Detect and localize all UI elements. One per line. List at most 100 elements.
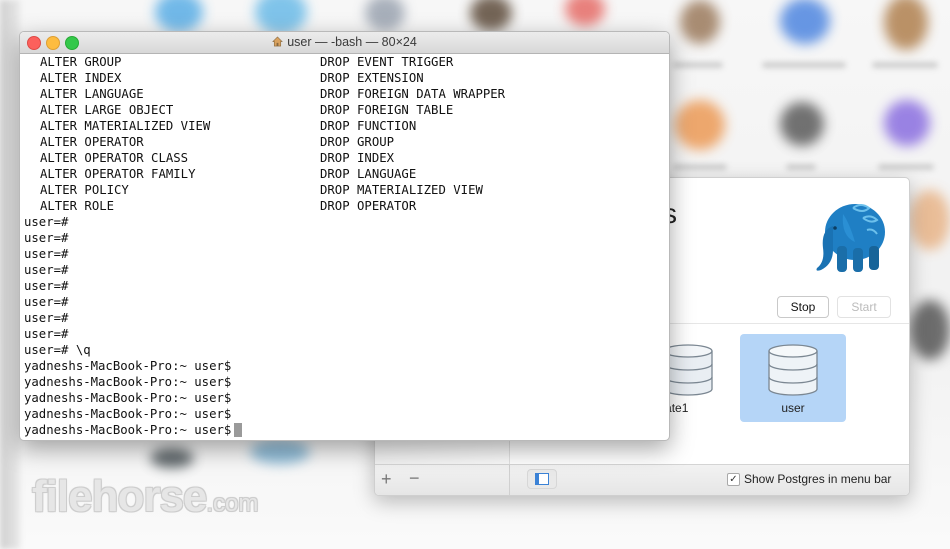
- blurred-icon-label: [762, 62, 846, 68]
- prompt-text: user=# \q: [24, 343, 91, 357]
- prompt-line: user=#: [24, 246, 669, 262]
- window-footer: + − ✓ Show Postgres in menu bar: [375, 464, 909, 495]
- start-button[interactable]: Start: [837, 296, 891, 318]
- terminal-output[interactable]: ALTER GROUP DROP EVENT TRIGGER ALTER INDEX…: [24, 54, 669, 440]
- help-row: ALTER OPERATOR DROP GROUP: [24, 134, 669, 150]
- watermark-suffix: .com: [206, 490, 259, 517]
- blurred-app-icon: [675, 100, 725, 150]
- alter-command: ALTER OPERATOR FAMILY: [40, 167, 196, 181]
- footer-divider: [509, 465, 510, 495]
- prompt-text: user=#: [24, 247, 69, 261]
- terminal-title: user — -bash — 80×24: [20, 35, 669, 49]
- terminal-titlebar[interactable]: user — -bash — 80×24: [20, 32, 669, 54]
- database-label: user: [781, 401, 805, 415]
- help-row: ALTER MATERIALIZED VIEW DROP FUNCTION: [24, 118, 669, 134]
- prompt-text: user=#: [24, 311, 69, 325]
- drop-command: DROP GROUP: [320, 135, 395, 149]
- prompt-line: user=#: [24, 214, 669, 230]
- blurred-app-icon: [780, 0, 830, 44]
- help-row: ALTER GROUP DROP EVENT TRIGGER: [24, 54, 669, 70]
- alter-command: ALTER MATERIALIZED VIEW: [40, 119, 211, 133]
- prompt-text: user=#: [24, 215, 69, 229]
- help-row: ALTER ROLE DROP OPERATOR: [24, 198, 669, 214]
- prompt-line: yadneshs-MacBook-Pro:~ user$: [24, 406, 669, 422]
- blurred-icon-label: [673, 62, 723, 68]
- blurred-app-icon: [910, 190, 950, 250]
- drop-command: DROP LANGUAGE: [320, 167, 417, 181]
- prompt-line: yadneshs-MacBook-Pro:~ user$: [24, 374, 669, 390]
- blurred-icon-label: [878, 164, 934, 170]
- drop-command: DROP OPERATOR: [320, 199, 417, 213]
- alter-command: ALTER ROLE: [40, 199, 115, 213]
- filehorse-watermark: filehorse.com: [32, 472, 258, 522]
- help-row: ALTER LARGE OBJECT DROP FOREIGN TABLE: [24, 102, 669, 118]
- prompt-line: user=#: [24, 310, 669, 326]
- alter-command: ALTER LARGE OBJECT: [40, 103, 174, 117]
- alter-command: ALTER LANGUAGE: [40, 87, 144, 101]
- sidebar-icon: [535, 473, 549, 485]
- help-row: ALTER LANGUAGE DROP FOREIGN DATA WRAPPER: [24, 86, 669, 102]
- blurred-app-icon: [680, 0, 720, 44]
- prompt-text: user=#: [24, 263, 69, 277]
- prompt-text: user=#: [24, 327, 69, 341]
- sidebar-toggle-button[interactable]: [527, 469, 557, 489]
- watermark-text: filehorse: [32, 472, 207, 521]
- prompt-text: user=#: [24, 279, 69, 293]
- drop-command: DROP FOREIGN TABLE: [320, 103, 454, 117]
- prompt-line: user=# \q: [24, 342, 669, 358]
- drop-command: DROP MATERIALIZED VIEW: [320, 183, 483, 197]
- blurred-icon-label: [786, 164, 816, 170]
- blurred-icon-label: [872, 62, 938, 68]
- blurred-icon-label: [673, 164, 727, 170]
- terminal-window: user — -bash — 80×24 ALTER GROUP DROP EVE…: [19, 31, 670, 441]
- show-in-menu-bar-label: Show Postgres in menu bar: [744, 472, 892, 486]
- database-icon: [768, 344, 818, 396]
- prompt-text: yadneshs-MacBook-Pro:~ user$: [24, 407, 232, 421]
- blurred-app-icon: [780, 102, 824, 146]
- alter-command: ALTER OPERATOR CLASS: [40, 151, 189, 165]
- desktop-edge: [0, 0, 20, 549]
- drop-command: DROP EXTENSION: [320, 71, 424, 85]
- database-item-user[interactable]: user: [740, 334, 846, 422]
- alter-command: ALTER POLICY: [40, 183, 129, 197]
- add-server-button[interactable]: +: [381, 469, 392, 490]
- prompt-line: yadneshs-MacBook-Pro:~ user$: [24, 390, 669, 406]
- postgres-elephant-icon: [816, 204, 885, 272]
- prompt-text: yadneshs-MacBook-Pro:~ user$: [24, 375, 232, 389]
- terminal-title-text: user — -bash — 80×24: [287, 35, 417, 49]
- prompt-text: user=#: [24, 231, 69, 245]
- alter-command: ALTER OPERATOR: [40, 135, 144, 149]
- show-in-menu-bar-option[interactable]: ✓ Show Postgres in menu bar: [727, 472, 891, 486]
- alter-command: ALTER INDEX: [40, 71, 122, 85]
- prompt-line: user=#: [24, 230, 669, 246]
- blurred-app-icon: [250, 440, 310, 464]
- help-row: ALTER OPERATOR FAMILY DROP LANGUAGE: [24, 166, 669, 182]
- drop-command: DROP EVENT TRIGGER: [320, 55, 454, 69]
- psql-help-list: ALTER GROUP DROP EVENT TRIGGER ALTER INDEX…: [24, 54, 669, 214]
- prompt-text: yadneshs-MacBook-Pro:~ user$: [24, 359, 232, 373]
- help-row: ALTER OPERATOR CLASS DROP INDEX: [24, 150, 669, 166]
- drop-command: DROP FOREIGN DATA WRAPPER: [320, 87, 506, 101]
- drop-command: DROP FUNCTION: [320, 119, 417, 133]
- help-row: ALTER INDEX DROP EXTENSION: [24, 70, 669, 86]
- prompt-line: yadneshs-MacBook-Pro:~ user$: [24, 422, 669, 438]
- prompt-text: yadneshs-MacBook-Pro:~ user$: [24, 391, 232, 405]
- prompt-line: yadneshs-MacBook-Pro:~ user$: [24, 358, 669, 374]
- shell-history: user=# user=# user=# user=# user=# user=# user…: [24, 214, 669, 438]
- blurred-app-icon: [150, 448, 194, 468]
- blurred-app-icon: [910, 300, 950, 360]
- stop-button[interactable]: Stop: [777, 296, 829, 318]
- prompt-line: user=#: [24, 294, 669, 310]
- prompt-line: user=#: [24, 326, 669, 342]
- prompt-line: user=#: [24, 278, 669, 294]
- prompt-text: user=#: [24, 295, 69, 309]
- alter-command: ALTER GROUP: [40, 55, 122, 69]
- prompt-text: yadneshs-MacBook-Pro:~ user$: [24, 423, 232, 437]
- remove-server-button[interactable]: −: [409, 468, 420, 489]
- prompt-line: user=#: [24, 262, 669, 278]
- show-in-menu-bar-checkbox[interactable]: ✓: [727, 472, 740, 486]
- home-icon: [272, 36, 284, 47]
- drop-command: DROP INDEX: [320, 151, 395, 165]
- text-cursor: [234, 423, 243, 437]
- help-row: ALTER POLICY DROP MATERIALIZED VIEW: [24, 182, 669, 198]
